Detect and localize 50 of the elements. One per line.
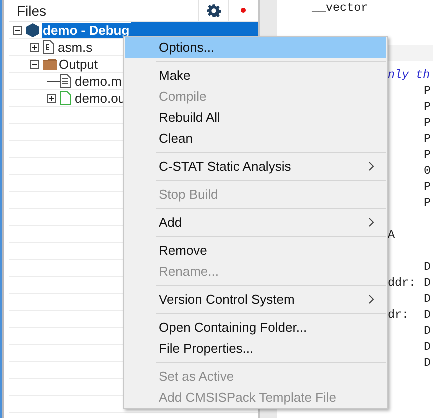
settings-icon[interactable] [206,4,220,18]
code-text: D [424,260,432,274]
expander-toggle[interactable] [30,42,39,52]
chevron-icon [369,295,374,304]
code-text: P [424,100,432,114]
code-label: ddr: [388,276,418,290]
file-icon [60,91,71,105]
tree-item[interactable]: demo.m [74,74,123,88]
code-label: dr: [388,308,410,322]
panel-title: Files [16,2,48,18]
menu-item[interactable]: C-STAT Static Analysis [125,156,386,177]
hexagon-icon [26,22,40,38]
code-text: P [424,116,432,130]
menu-item[interactable]: Options... [125,37,386,58]
code-text: P [424,196,432,210]
folder-icon [43,58,57,70]
code-text: P [424,148,432,162]
file-icon [43,40,54,54]
menu-item[interactable]: Remove [125,240,386,261]
dot-icon [241,8,246,13]
tree-line [47,80,60,82]
menu-item[interactable]: Rebuild All [125,107,386,128]
code-text: P [424,180,432,194]
code-text: D [424,308,432,322]
code-text: D [424,292,432,306]
code-text: D [424,276,432,290]
tree-item[interactable]: demo - Debug [42,22,131,38]
code-text: P [424,132,432,146]
menu-item[interactable]: Open Containing Folder... [125,317,386,338]
code-text: D [424,324,432,338]
menu-item[interactable]: Clean [125,128,386,149]
expander-toggle[interactable] [13,26,22,34]
code-text: D [424,356,432,370]
code-line: __vector [311,0,370,15]
menu-item[interactable]: Add [125,212,386,233]
menu-item[interactable]: Make [125,65,386,86]
document-icon [60,74,71,88]
menu-item[interactable]: File Properties... [125,338,386,359]
code-text: D [424,340,432,354]
expander-toggle[interactable] [47,94,56,102]
expander-toggle[interactable] [30,60,39,68]
code-comment: nly th [388,68,432,82]
chevron-icon [369,218,374,227]
code-text: 0 [424,164,432,178]
chevron-icon [369,162,374,171]
code-label: A [388,228,396,242]
code-text: P [424,84,432,98]
tree-item[interactable]: Output [58,56,100,72]
tree-item[interactable]: asm.s [57,40,94,54]
menu-item[interactable]: Version Control System [125,289,386,310]
